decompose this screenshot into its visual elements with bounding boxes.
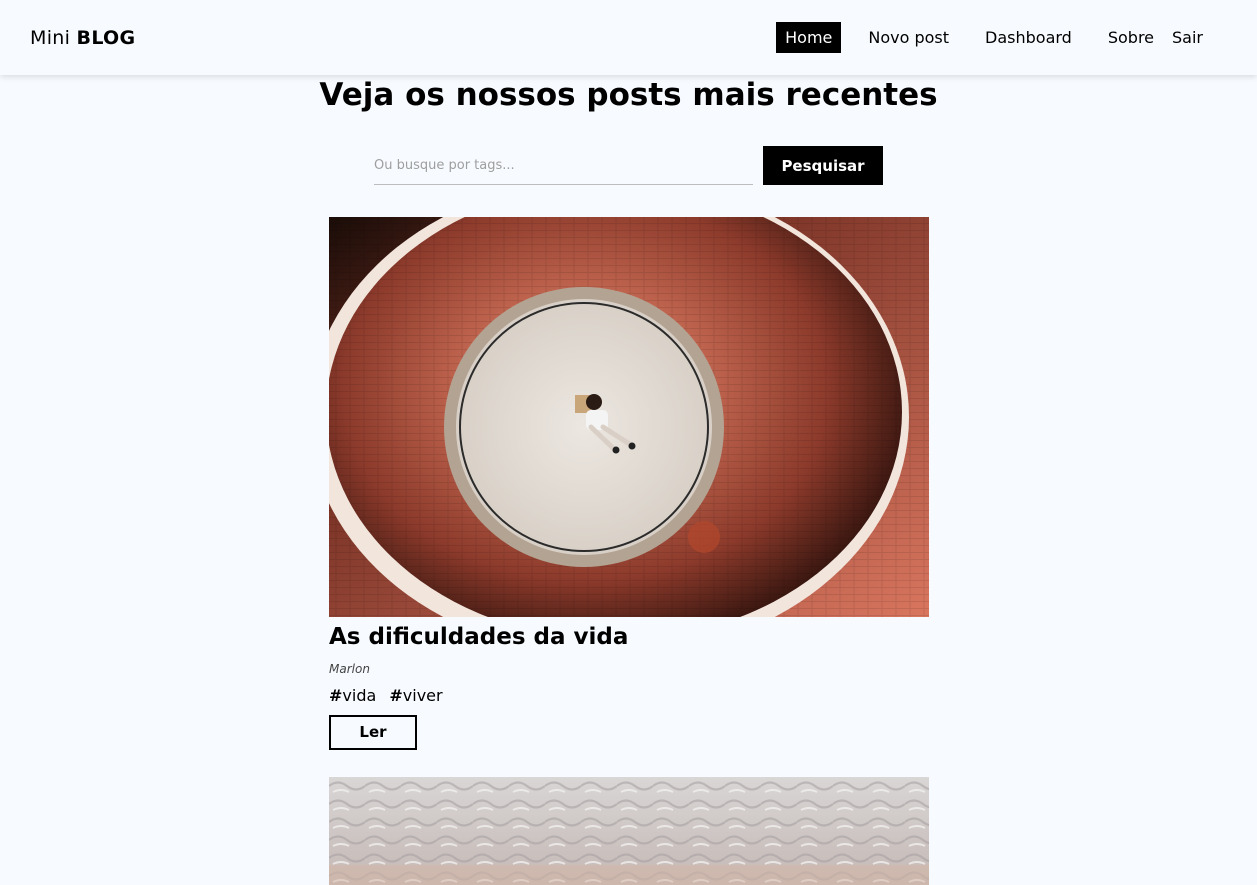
nav-new-post-link[interactable]: Novo post (859, 22, 958, 53)
post-image (329, 217, 929, 617)
search-form: Pesquisar (374, 146, 884, 185)
nav-about-link[interactable]: Sobre (1099, 22, 1163, 53)
post-card: As dificuldades da vida Marlon #vida #vi… (329, 217, 929, 750)
post-author: Marlon (329, 662, 370, 676)
navbar: Mini BLOG Home Novo post Dashboard Sobre… (0, 0, 1257, 75)
brand-name: BLOG (76, 26, 136, 49)
post-card (329, 777, 929, 885)
nav-logout-link[interactable]: Sair (1163, 22, 1212, 53)
search-button[interactable]: Pesquisar (763, 146, 883, 185)
post-tags: #vida #viver (329, 686, 929, 705)
brand-logo[interactable]: Mini BLOG (30, 27, 135, 49)
nav-dashboard-link[interactable]: Dashboard (976, 22, 1081, 53)
brand-prefix: Mini (30, 26, 71, 49)
tag-item[interactable]: #viver (389, 686, 442, 705)
nav-home-link[interactable]: Home (776, 22, 842, 53)
main-content: Veja os nossos posts mais recentes Pesqu… (0, 75, 1257, 885)
read-button[interactable]: Ler (329, 715, 417, 750)
post-title: As dificuldades da vida (329, 624, 629, 650)
post-image (329, 777, 929, 885)
search-input[interactable] (374, 146, 753, 185)
tag-item[interactable]: #vida (329, 686, 376, 705)
page-title: Veja os nossos posts mais recentes (319, 77, 938, 113)
nav-menu: Home Novo post Dashboard Sobre Sair (758, 22, 1212, 53)
